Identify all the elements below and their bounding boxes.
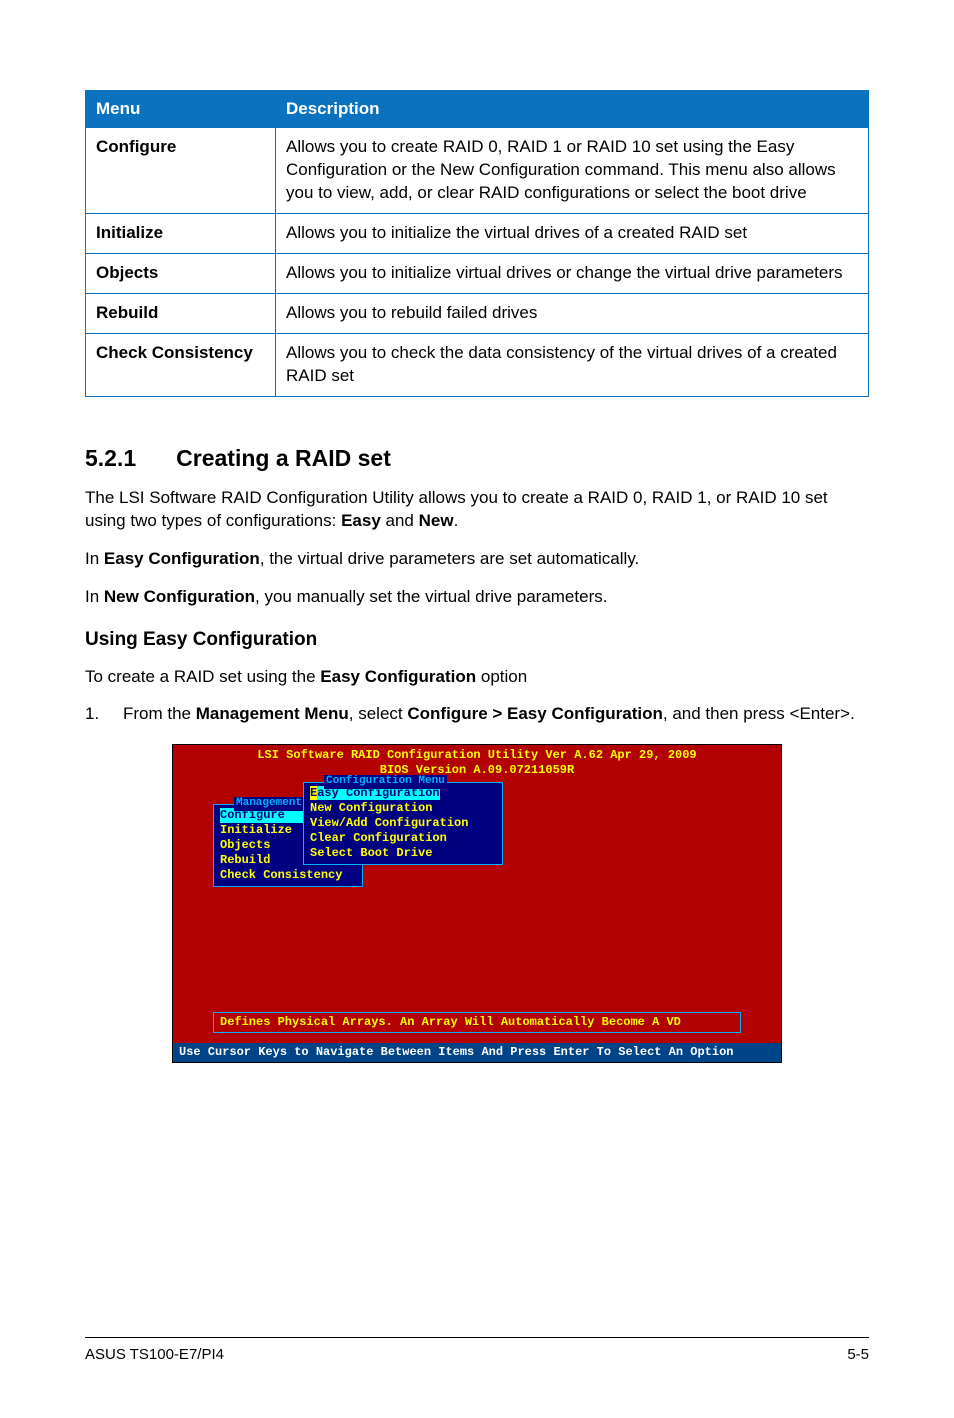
bios-footer-hint: Use Cursor Keys to Navigate Between Item… <box>173 1043 781 1062</box>
section-title: Creating a RAID set <box>176 445 391 471</box>
cell-desc: Allows you to initialize virtual drives … <box>276 253 869 293</box>
table-row: Rebuild Allows you to rebuild failed dri… <box>86 293 869 333</box>
config-item-clear: Clear Configuration <box>310 831 496 846</box>
management-menu-label: Management <box>234 797 304 811</box>
table-header-menu: Menu <box>86 91 276 128</box>
step-number: 1. <box>85 702 123 726</box>
page-footer: ASUS TS100-E7/PI4 5-5 <box>85 1337 869 1363</box>
step-item: 1. From the Management Menu, select Conf… <box>85 702 869 726</box>
cell-desc: Allows you to check the data consistency… <box>276 333 869 396</box>
cell-menu: Initialize <box>86 213 276 253</box>
sub-heading: Using Easy Configuration <box>85 629 869 651</box>
footer-page-number: 5-5 <box>847 1346 869 1363</box>
cell-desc: Allows you to initialize the virtual dri… <box>276 213 869 253</box>
paragraph: In Easy Configuration, the virtual drive… <box>85 547 869 571</box>
config-item-view: View/Add Configuration <box>310 816 496 831</box>
cell-menu: Rebuild <box>86 293 276 333</box>
bios-title: LSI Software RAID Configuration Utility … <box>173 745 781 763</box>
bios-screenshot: LSI Software RAID Configuration Utility … <box>85 744 869 1063</box>
step-text: From the Management Menu, select Configu… <box>123 702 855 726</box>
configuration-menu-box: Configuration Menu Easy Configuration Ne… <box>303 782 503 865</box>
cell-menu: Objects <box>86 253 276 293</box>
cell-menu: Check Consistency <box>86 333 276 396</box>
bios-body: Management Configure Initialize Objects … <box>173 782 781 1012</box>
cell-menu: Configure <box>86 128 276 214</box>
table-row: Objects Allows you to initialize virtual… <box>86 253 869 293</box>
bios-subtitle: BIOS Version A.09.07211059R <box>173 763 781 782</box>
table-row: Check Consistency Allows you to check th… <box>86 333 869 396</box>
bios-status-line: Defines Physical Arrays. An Array Will A… <box>213 1012 741 1033</box>
mgmt-item-check: Check Consistency <box>220 868 356 883</box>
cell-desc: Allows you to create RAID 0, RAID 1 or R… <box>276 128 869 214</box>
paragraph: The LSI Software RAID Configuration Util… <box>85 486 869 534</box>
table-row: Configure Allows you to create RAID 0, R… <box>86 128 869 214</box>
table-row: Initialize Allows you to initialize the … <box>86 213 869 253</box>
paragraph: In New Configuration, you manually set t… <box>85 585 869 609</box>
section-heading: 5.2.1 Creating a RAID set <box>85 445 869 472</box>
section-number: 5.2.1 <box>85 445 136 471</box>
menu-description-table: Menu Description Configure Allows you to… <box>85 90 869 397</box>
cell-desc: Allows you to rebuild failed drives <box>276 293 869 333</box>
paragraph: To create a RAID set using the Easy Conf… <box>85 665 869 689</box>
bios-screen: LSI Software RAID Configuration Utility … <box>172 744 782 1063</box>
footer-product: ASUS TS100-E7/PI4 <box>85 1346 224 1363</box>
configuration-menu-label: Configuration Menu <box>324 775 447 789</box>
config-item-boot: Select Boot Drive <box>310 846 496 861</box>
ordered-steps: 1. From the Management Menu, select Conf… <box>85 702 869 726</box>
config-item-new: New Configuration <box>310 801 496 816</box>
table-header-description: Description <box>276 91 869 128</box>
